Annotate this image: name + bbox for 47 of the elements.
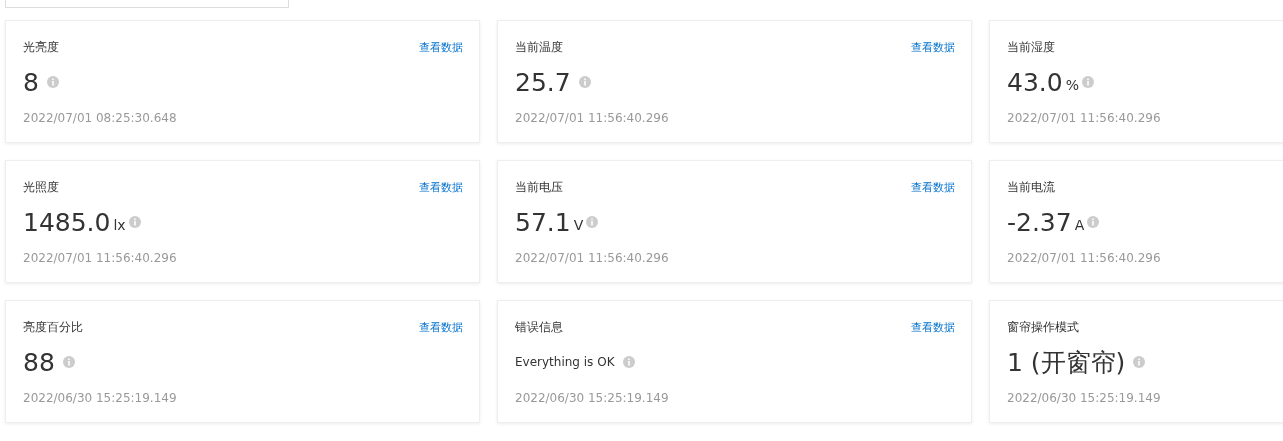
timestamp: 2022/07/01 11:56:40.296 [515, 111, 670, 125]
info-icon[interactable] [622, 356, 635, 368]
timestamp: 2022/06/30 15:25:19.149 [1007, 391, 1162, 405]
view-data-link[interactable]: 查看数据 [911, 319, 955, 335]
card-title: 亮度百分比 [23, 318, 83, 336]
timestamp: 2022/07/01 11:56:40.296 [1007, 111, 1162, 125]
metric-value: 25.7 [515, 67, 571, 97]
view-data-link[interactable]: 查看数据 [911, 179, 955, 195]
view-data-link[interactable]: 查看数据 [419, 39, 463, 55]
card-title: 当前电流 [1007, 178, 1055, 196]
card-title: 错误信息 [515, 318, 563, 336]
unit-label: A [1074, 217, 1085, 233]
card-title: 光亮度 [23, 38, 59, 56]
info-icon[interactable] [1087, 216, 1100, 228]
unit-label: % [1065, 77, 1079, 93]
info-icon[interactable] [1133, 356, 1146, 368]
info-icon[interactable] [128, 216, 141, 228]
info-icon[interactable] [62, 356, 75, 368]
card-title: 当前电压 [515, 178, 563, 196]
input-field[interactable] [5, 0, 289, 8]
card-title: 光照度 [23, 178, 59, 196]
unit-label: V [573, 217, 584, 233]
metric-value: 43.0 [1007, 67, 1063, 97]
metric-value: 57.1 [515, 207, 571, 237]
metric-value: 88 [23, 347, 55, 377]
unit-label: lx [113, 217, 126, 233]
timestamp: 2022/06/30 15:25:19.149 [23, 391, 178, 405]
timestamp: 2022/07/01 11:56:40.296 [1007, 251, 1162, 265]
metric-value: -2.37 [1007, 207, 1072, 237]
metric-value: 1485.0 [23, 207, 111, 237]
timestamp: 2022/06/30 15:25:19.149 [515, 391, 670, 405]
info-icon[interactable] [578, 76, 591, 88]
view-data-link[interactable]: 查看数据 [911, 39, 955, 55]
card-title: 窗帘操作模式 [1007, 318, 1079, 336]
card-title: 当前温度 [515, 38, 563, 56]
timestamp: 2022/07/01 11:56:40.296 [23, 251, 178, 265]
metric-value: Everything is OK [515, 355, 615, 369]
info-icon[interactable] [46, 76, 59, 88]
info-icon[interactable] [1082, 76, 1094, 88]
info-icon[interactable] [586, 216, 599, 228]
card-title: 当前湿度 [1007, 38, 1055, 56]
view-data-link[interactable]: 查看数据 [419, 319, 463, 335]
timestamp: 2022/07/01 08:25:30.648 [23, 111, 178, 125]
metric-value: 1 (开窗帘) [1007, 346, 1126, 379]
timestamp: 2022/07/01 11:56:40.296 [515, 251, 670, 265]
view-data-link[interactable]: 查看数据 [419, 179, 463, 195]
metric-value: 8 [23, 67, 39, 97]
